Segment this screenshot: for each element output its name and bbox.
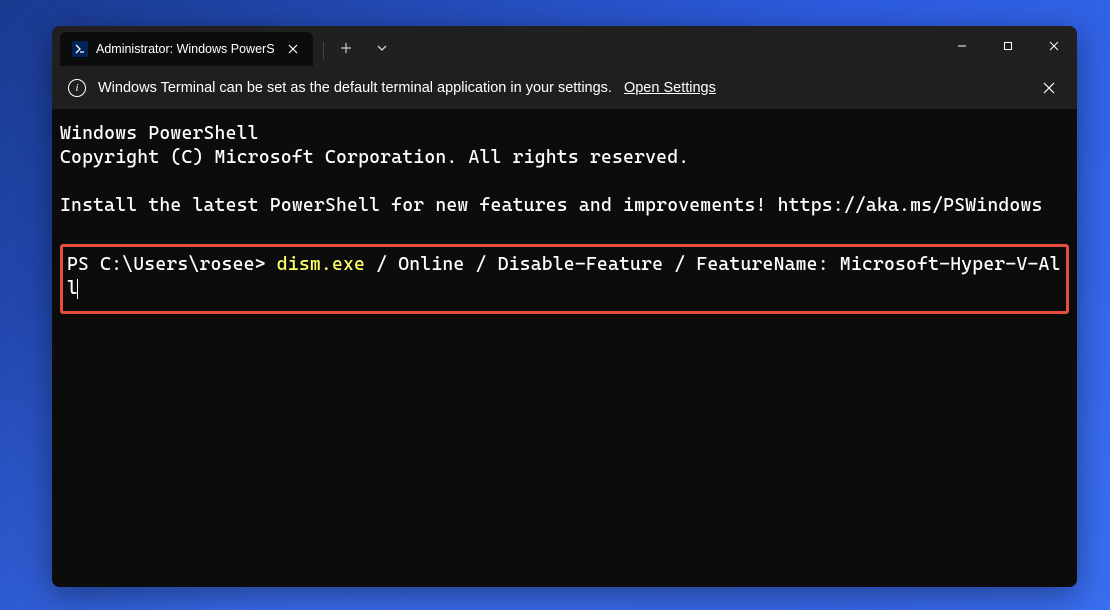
titlebar: Administrator: Windows PowerS <box>52 26 1077 66</box>
terminal-line: Copyright (C) Microsoft Corporation. All… <box>60 146 1069 170</box>
powershell-icon <box>72 41 88 57</box>
minimize-button[interactable] <box>939 26 985 66</box>
cursor <box>77 279 78 299</box>
highlighted-command: PS C:\Users\rosee> dism.exe / Online / D… <box>60 244 1069 314</box>
close-button[interactable] <box>1031 26 1077 66</box>
terminal-line: Install the latest PowerShell for new fe… <box>60 194 1069 218</box>
infobar: i Windows Terminal can be set as the def… <box>52 66 1077 110</box>
terminal-line <box>60 218 1069 242</box>
tab-dropdown-button[interactable] <box>364 31 400 65</box>
open-settings-link[interactable]: Open Settings <box>624 80 716 96</box>
tab-close-button[interactable] <box>283 39 303 59</box>
divider <box>323 42 324 60</box>
maximize-button[interactable] <box>985 26 1031 66</box>
terminal-line <box>60 170 1069 194</box>
command-executable: dism.exe <box>277 254 365 275</box>
info-icon: i <box>68 79 86 97</box>
tab-title: Administrator: Windows PowerS <box>96 42 275 56</box>
tab-powershell[interactable]: Administrator: Windows PowerS <box>60 32 313 66</box>
terminal-window: Administrator: Windows PowerS <box>52 26 1077 587</box>
prompt: PS C:\Users\rosee> <box>67 254 277 275</box>
terminal-line: Windows PowerShell <box>60 122 1069 146</box>
new-tab-button[interactable] <box>328 31 364 65</box>
infobar-message: Windows Terminal can be set as the defau… <box>98 80 612 96</box>
infobar-close-button[interactable] <box>1037 76 1061 100</box>
terminal-output[interactable]: Windows PowerShellCopyright (C) Microsof… <box>52 110 1077 587</box>
